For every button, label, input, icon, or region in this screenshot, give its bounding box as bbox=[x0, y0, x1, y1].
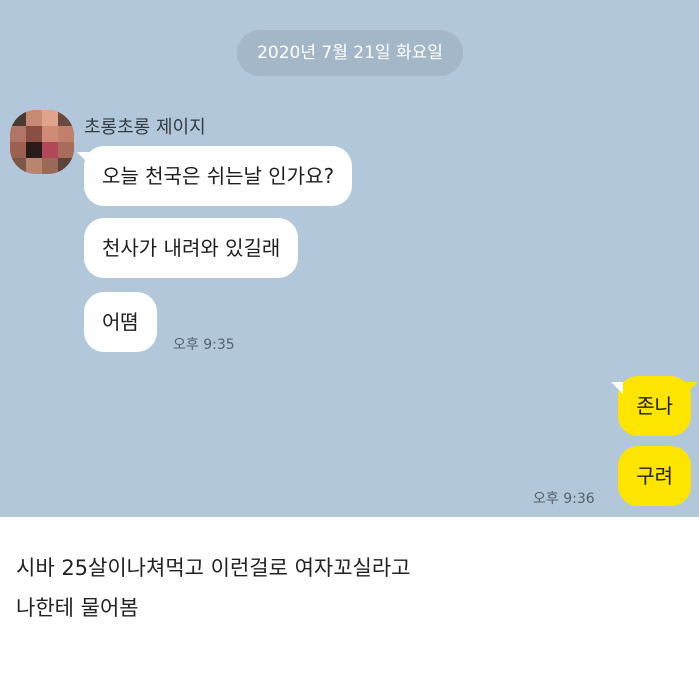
caption-line: 시바 25살이나쳐먹고 이런걸로 여자꼬실라고 bbox=[16, 556, 411, 580]
avatar[interactable] bbox=[10, 110, 74, 174]
message-time: 오후 9:35 bbox=[173, 337, 235, 353]
sender-name: 초롱초롱 제이지 bbox=[84, 117, 206, 138]
message-bubble[interactable]: 어뗨 bbox=[84, 292, 157, 352]
post-caption: 시바 25살이나쳐먹고 이런걸로 여자꼬실라고 나한테 물어봄 bbox=[16, 548, 686, 628]
message-time: 오후 9:36 bbox=[533, 491, 595, 507]
date-divider: 2020년 7월 21일 화요일 bbox=[237, 30, 463, 76]
caption-line: 나한테 물어봄 bbox=[16, 596, 139, 620]
my-message-bubble[interactable]: 존나 bbox=[611, 376, 698, 436]
message-bubble[interactable]: 오늘 천국은 쉬는날 인가요? bbox=[76, 146, 353, 206]
my-message-bubble[interactable]: 구려 bbox=[618, 446, 691, 506]
message-bubble[interactable]: 천사가 내려와 있길래 bbox=[84, 218, 299, 278]
chat-window: 2020년 7월 21일 화요일 초롱초롱 제이지 오늘 천국은 쉬는날 인가요… bbox=[0, 0, 699, 517]
